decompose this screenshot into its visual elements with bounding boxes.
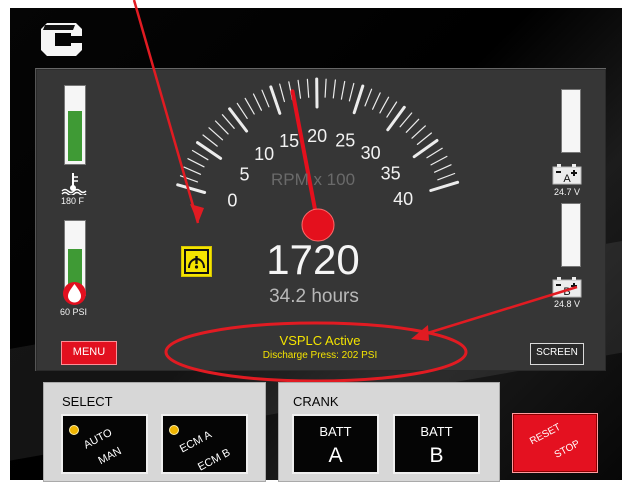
rpm-minor-tick [333, 80, 335, 98]
rpm-minor-tick [373, 93, 381, 109]
rpm-minor-tick [298, 80, 300, 98]
rpm-minor-tick [400, 113, 412, 127]
auto-man-button[interactable]: AUTO MAN [61, 414, 148, 474]
rpm-minor-tick [254, 94, 262, 110]
batt-a-button-line2: A [294, 445, 377, 466]
rpm-minor-tick [438, 174, 455, 180]
ecm-select-button[interactable]: ECM A ECM B [161, 414, 248, 474]
reset-stop-line1: RESET [529, 423, 563, 447]
crank-panel-title: CRANK [293, 395, 339, 408]
rpm-minor-tick [365, 89, 372, 106]
rpm-minor-tick [431, 156, 447, 165]
rpm-value: 1720 [248, 239, 378, 281]
rpm-minor-tick [188, 159, 204, 167]
battery-a-gauge-bar [561, 89, 581, 153]
rpm-tick-labels: 0510152025303540 [227, 126, 413, 211]
rpm-minor-tick [307, 79, 308, 97]
ecm-select-button-line1: ECM A [178, 430, 213, 456]
rpm-minor-tick [237, 103, 247, 118]
rpm-minor-tick [435, 165, 451, 172]
status-dot-icon [69, 425, 79, 435]
status-dot-icon [169, 425, 179, 435]
rpm-major-tick [271, 87, 280, 113]
rpm-minor-tick [222, 115, 234, 129]
battery-b-gauge-bar [561, 203, 581, 267]
battery-icon: A [552, 163, 582, 185]
batt-b-button-line2: B [395, 445, 478, 466]
rpm-minor-tick [417, 133, 431, 144]
reset-stop-button[interactable]: RESET STOP [512, 413, 598, 473]
rpm-tick-label: 30 [361, 143, 381, 163]
batt-a-button-line1: BATT [294, 425, 377, 438]
rpm-minor-tick [387, 102, 397, 117]
rpm-tick-label: 35 [381, 164, 401, 184]
rpm-tick-label: 20 [307, 126, 327, 146]
rpm-major-tick [354, 86, 363, 113]
rpm-minor-tick [349, 84, 353, 101]
rpm-major-tick [388, 107, 405, 130]
rpm-minor-tick [245, 98, 254, 114]
rpm-minor-tick [193, 151, 208, 160]
rpm-minor-tick [184, 167, 201, 174]
rpm-minor-tick [380, 97, 389, 113]
ecm-select-button-line2: ECM B [196, 447, 232, 473]
auto-man-button-line1: AUTO [82, 428, 114, 452]
rpm-minor-tick [216, 121, 229, 134]
auto-man-button-line2: MAN [97, 446, 124, 467]
warning-icon [181, 246, 212, 277]
battery-icon: B [552, 276, 582, 298]
rpm-tick-label: 0 [227, 191, 237, 211]
rpm-minor-tick [181, 176, 198, 182]
rpm-major-tick [230, 109, 247, 131]
battery-a-icon-label: A [563, 173, 571, 185]
batt-b-button-line1: BATT [395, 425, 478, 438]
rpm-minor-tick [412, 126, 425, 138]
battery-b-voltage: 24.8 V [554, 300, 580, 309]
reset-stop-line2: STOP [553, 439, 582, 461]
rpm-minor-tick [325, 79, 326, 97]
rpm-tick-label: 10 [254, 144, 274, 164]
status-subtitle: Discharge Press: 202 PSI [200, 351, 440, 361]
rpm-tick-label: 15 [279, 131, 299, 151]
rpm-major-tick [431, 182, 458, 190]
rpm-minor-tick [280, 84, 285, 101]
battery-b-icon-label: B [563, 286, 570, 298]
rpm-minor-tick [406, 119, 418, 132]
rpm-minor-tick [203, 135, 217, 146]
rpm-minor-tick [262, 90, 269, 107]
engine-hours: 34.2 hours [236, 287, 392, 306]
battery-a-voltage: 24.7 V [554, 188, 580, 197]
rpm-minor-tick [209, 128, 223, 140]
rpm-major-tick [178, 185, 205, 193]
screen-button[interactable]: SCREEN [530, 343, 584, 365]
status-title: VSPLC Active [230, 334, 410, 347]
rpm-tick-label: 40 [393, 189, 413, 209]
rpm-unit-label: RPM x 100 [248, 171, 378, 188]
batt-b-button[interactable]: BATT B [393, 414, 480, 474]
select-panel-title: SELECT [62, 395, 113, 408]
menu-button[interactable]: MENU [61, 341, 117, 365]
rpm-minor-tick [341, 82, 344, 100]
rpm-needle [293, 91, 319, 225]
rpm-minor-tick [427, 148, 442, 157]
rpm-tick-label: 25 [335, 130, 355, 150]
batt-a-button[interactable]: BATT A [292, 414, 379, 474]
